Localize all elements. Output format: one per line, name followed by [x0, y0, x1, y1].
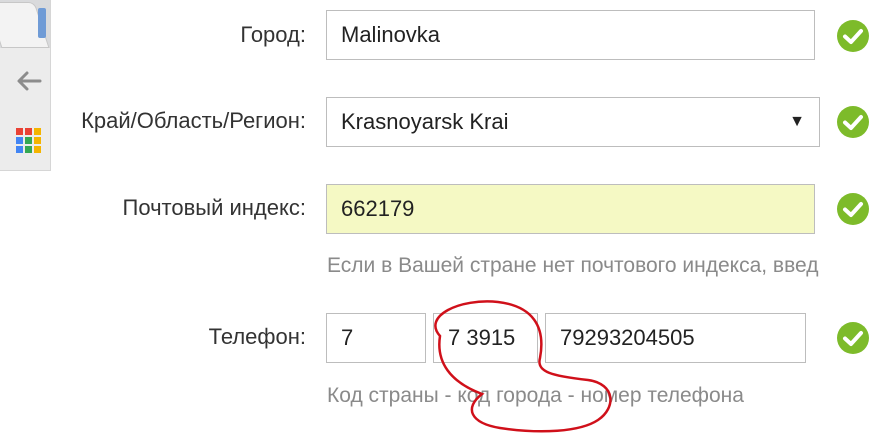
phone-label: Телефон: — [208, 324, 306, 349]
phone-country-code-input[interactable] — [326, 313, 426, 363]
postal-input[interactable] — [326, 184, 815, 234]
phone-city-code-input[interactable] — [433, 313, 538, 363]
postal-valid-check-icon — [837, 193, 869, 225]
city-input[interactable] — [326, 10, 815, 60]
region-select[interactable]: Krasnoyarsk Krai ▼ — [326, 97, 820, 147]
region-label: Край/Область/Регион: — [81, 108, 306, 133]
phone-number-input[interactable] — [545, 313, 806, 363]
phone-hint: Код страны - код города - номер телефона — [327, 384, 744, 407]
region-select-value: Krasnoyarsk Krai — [341, 109, 509, 134]
back-arrow-icon[interactable] — [14, 66, 44, 96]
tab-favicon — [38, 8, 46, 38]
phone-valid-check-icon — [837, 322, 869, 354]
city-label: Город: — [240, 22, 306, 47]
dropdown-arrow-icon: ▼ — [789, 113, 805, 130]
postal-hint: Если в Вашей стране нет почтового индекс… — [327, 254, 819, 277]
postal-label: Почтовый индекс: — [122, 195, 307, 220]
tab-strip — [0, 0, 50, 48]
browser-chrome — [0, 0, 51, 171]
apps-grid-icon[interactable] — [14, 126, 44, 156]
city-valid-check-icon — [837, 20, 869, 52]
region-valid-check-icon — [837, 106, 869, 138]
